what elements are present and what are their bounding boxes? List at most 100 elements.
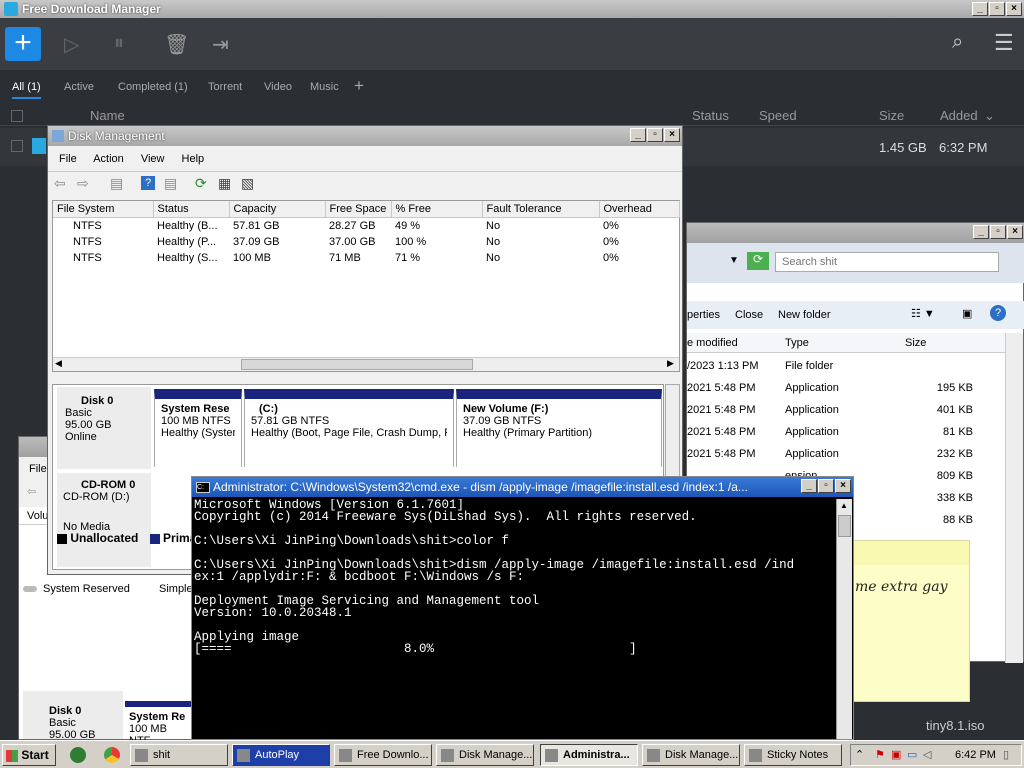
tab-all[interactable]: All (1) (12, 81, 41, 99)
col-header[interactable]: Overhead (599, 201, 680, 218)
add-download-button[interactable]: + (5, 27, 41, 61)
tab-music[interactable]: Music (310, 81, 339, 93)
rescan-icon[interactable]: ▦ (218, 175, 231, 192)
scroll-thumb[interactable] (241, 359, 473, 370)
new-folder-button[interactable]: New folder (778, 309, 831, 321)
volume-row[interactable]: System Reserved Simple (23, 583, 193, 599)
volume-icon[interactable]: ◁ (923, 748, 931, 761)
col-header[interactable]: File System (53, 201, 154, 218)
select-all-checkbox[interactable] (11, 110, 23, 122)
partition-f[interactable]: New Volume (F:) 37.09 GB NTFS Healthy (P… (456, 389, 662, 467)
tab-torrent[interactable]: Torrent (208, 81, 242, 93)
col-size[interactable]: Size (879, 108, 904, 123)
flag-icon[interactable]: ⚑ (875, 748, 885, 761)
tab-active[interactable]: Active (64, 81, 94, 93)
minimize-button[interactable]: _ (972, 2, 988, 16)
close-button[interactable]: × (1006, 2, 1022, 16)
scroll-right-icon[interactable]: ▶ (667, 358, 674, 369)
restore-button[interactable]: ▫ (990, 225, 1006, 239)
quicklaunch-icon[interactable] (70, 747, 86, 763)
col-header[interactable]: Fault Tolerance (482, 201, 600, 218)
menu-help[interactable]: Help (182, 153, 205, 165)
volume-row[interactable]: NTFS Healthy (B... 57.81 GB 28.27 GB 49 % No 0… (53, 218, 679, 235)
close-button[interactable]: × (664, 128, 680, 142)
col-status[interactable]: Status (692, 108, 729, 123)
file-row[interactable]: 2021 5:48 PM Application 81 KB (687, 423, 987, 443)
tab-video[interactable]: Video (264, 81, 292, 93)
col-header[interactable]: Status (153, 201, 230, 218)
scroll-thumb[interactable] (838, 515, 851, 537)
taskbar-button[interactable]: Disk Manage... (642, 744, 740, 766)
col-type[interactable]: Type (785, 337, 809, 349)
start-button[interactable]: Start (2, 744, 56, 766)
tab-completed[interactable]: Completed (1) (118, 81, 188, 93)
menu-action[interactable]: Action (93, 153, 124, 165)
console-tree-icon[interactable]: ▤ (110, 175, 123, 192)
menu-view[interactable]: View (141, 153, 165, 165)
scroll-up-icon[interactable]: ▲ (840, 501, 848, 510)
file-row[interactable]: 2021 5:48 PM Application 232 KB (687, 445, 987, 465)
properties-icon[interactable]: ▧ (241, 175, 254, 192)
search-input[interactable] (775, 252, 999, 272)
network-icon[interactable]: ▭ (907, 748, 917, 761)
volume-row[interactable]: NTFS Healthy (P... 37.09 GB 37.00 GB 100 % No… (53, 234, 679, 250)
action-pane-icon[interactable]: ▤ (164, 175, 177, 192)
cmd-scrollbar[interactable]: ▲ (836, 499, 852, 739)
minimize-button[interactable]: _ (630, 128, 646, 142)
col-speed[interactable]: Speed (759, 108, 797, 123)
close-button[interactable]: × (1007, 225, 1023, 239)
clock[interactable]: 6:42 PM (955, 749, 996, 761)
file-row[interactable]: /2023 1:13 PM File folder (687, 357, 987, 377)
properties-button[interactable]: perties (687, 309, 720, 321)
col-header[interactable]: % Free (391, 201, 483, 218)
col-volume[interactable]: Volu (27, 510, 48, 522)
col-header[interactable]: Capacity (229, 201, 326, 218)
col-modified[interactable]: e modified (687, 337, 738, 349)
taskbar-button[interactable]: Disk Manage... (436, 744, 534, 766)
col-header[interactable]: Free Space (325, 201, 392, 218)
minimize-button[interactable]: _ (801, 479, 817, 493)
minimize-button[interactable]: _ (973, 225, 989, 239)
taskbar-button[interactable]: Free Downlo... (334, 744, 432, 766)
preview-pane-icon[interactable]: ▣ (962, 307, 972, 320)
refresh-icon[interactable]: ⟳ (195, 175, 207, 192)
col-name[interactable]: Name (90, 108, 125, 123)
play-icon[interactable]: ▷ (64, 32, 79, 57)
file-menu[interactable]: File (29, 463, 47, 475)
partition-system-reserved[interactable]: System Rese 100 MB NTFS Healthy (Syster (154, 389, 242, 467)
sticky-note[interactable]: me extra gay (852, 540, 970, 702)
scroll-left-icon[interactable]: ◀ (55, 358, 62, 369)
back-arrow-icon[interactable]: ⇦ (54, 175, 66, 192)
file-row[interactable]: 2021 5:48 PM Application 195 KB (687, 379, 987, 399)
view-icon[interactable]: ☷ ▼ (911, 307, 935, 320)
move-folder-icon[interactable]: ⇥ (212, 32, 229, 57)
flag-tray-icon[interactable]: ▯ (1003, 748, 1009, 761)
refresh-icon[interactable]: ⟳ (747, 252, 769, 270)
partition-block[interactable]: System Re 100 MB NTF (125, 701, 193, 747)
close-button[interactable]: × (835, 479, 851, 493)
taskbar-button[interactable]: AutoPlay (232, 744, 330, 766)
col-added[interactable]: Added (940, 108, 978, 123)
volume-row[interactable]: NTFS Healthy (S... 100 MB 71 MB 71 % No 0% (53, 250, 679, 266)
maximize-button[interactable]: ▫ (818, 479, 834, 493)
trash-icon[interactable]: 🗑 (164, 32, 189, 57)
taskbar-button[interactable]: Administra... (540, 744, 638, 766)
row-checkbox[interactable] (11, 140, 23, 152)
cmd-console[interactable]: Microsoft Windows [Version 6.1.7601] Copy… (194, 499, 834, 739)
close-toolbar-button[interactable]: Close (735, 309, 763, 321)
pause-icon[interactable]: ⏸ (114, 32, 124, 55)
search-icon[interactable]: ⌕ (952, 31, 963, 54)
maximize-button[interactable]: ▫ (647, 128, 663, 142)
col-size[interactable]: Size (905, 337, 926, 349)
restore-button[interactable]: ▫ (989, 2, 1005, 16)
horizontal-scrollbar[interactable]: ◀ ▶ (53, 357, 679, 371)
tray-app-icon[interactable]: ▣ (891, 748, 901, 761)
add-tab-icon[interactable]: + (354, 76, 364, 96)
dropdown-icon[interactable]: ▼ (729, 255, 739, 266)
taskbar-button[interactable]: shit (130, 744, 228, 766)
menu-file[interactable]: File (59, 153, 77, 165)
chrome-icon[interactable] (104, 747, 120, 763)
help-icon[interactable]: ? (990, 305, 1006, 321)
hamburger-menu-icon[interactable]: ☰ (994, 30, 1014, 56)
partition-c[interactable]: (C:) 57.81 GB NTFS Healthy (Boot, Page F… (244, 389, 454, 467)
